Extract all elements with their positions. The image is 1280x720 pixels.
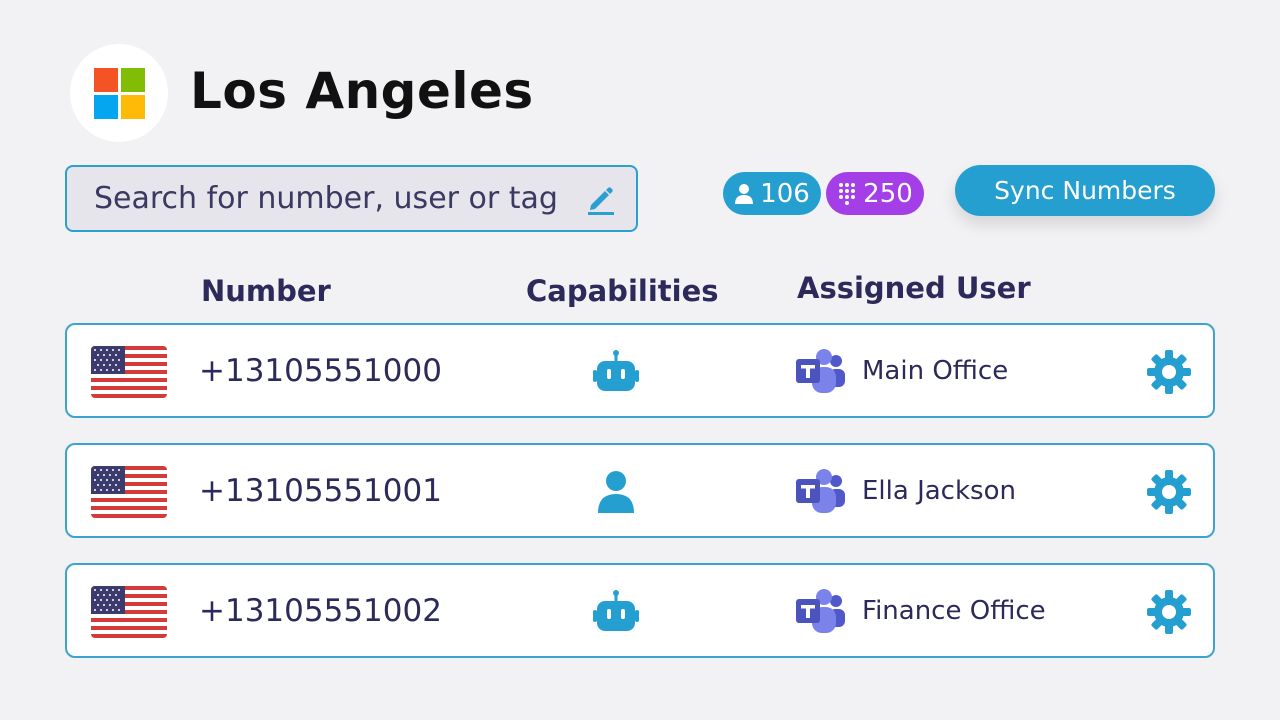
phone-number: +13105551000 bbox=[199, 353, 442, 389]
column-header-capabilities: Capabilities bbox=[526, 274, 719, 308]
phone-number: +13105551001 bbox=[199, 473, 442, 509]
teams-icon bbox=[796, 589, 845, 633]
gear-icon[interactable] bbox=[1147, 470, 1191, 514]
edit-icon[interactable] bbox=[584, 182, 618, 216]
bot-icon bbox=[593, 590, 639, 631]
us-flag-icon bbox=[91, 346, 167, 398]
us-flag-icon bbox=[91, 466, 167, 518]
teams-icon bbox=[796, 349, 845, 393]
user-icon bbox=[598, 471, 634, 513]
microsoft-logo bbox=[70, 44, 168, 142]
bot-icon bbox=[593, 350, 639, 391]
sync-numbers-button[interactable]: Sync Numbers bbox=[955, 165, 1215, 216]
column-header-assigned-user: Assigned User bbox=[797, 271, 1031, 305]
user-icon bbox=[735, 183, 754, 204]
table-row[interactable]: +13105551001 Ella Jackson bbox=[65, 443, 1215, 538]
gear-icon[interactable] bbox=[1147, 590, 1191, 634]
search-placeholder: Search for number, user or tag bbox=[94, 181, 558, 216]
assigned-user-name: Finance Office bbox=[862, 596, 1046, 626]
microsoft-logo-icon bbox=[93, 67, 145, 119]
us-flag-icon bbox=[91, 586, 167, 638]
assigned-user-name: Ella Jackson bbox=[862, 476, 1016, 506]
page-title: Los Angeles bbox=[190, 62, 534, 120]
gear-icon[interactable] bbox=[1147, 350, 1191, 394]
search-input[interactable]: Search for number, user or tag bbox=[65, 165, 638, 232]
numbers-count-badge: 250 bbox=[826, 172, 924, 215]
table-row[interactable]: +13105551002 Finance Office bbox=[65, 563, 1215, 658]
phone-number: +13105551002 bbox=[199, 593, 442, 629]
assigned-user-name: Main Office bbox=[862, 356, 1009, 386]
table-row[interactable]: +13105551000 Main Office bbox=[65, 323, 1215, 418]
users-count: 106 bbox=[760, 178, 810, 209]
teams-icon bbox=[796, 469, 845, 513]
users-count-badge: 106 bbox=[723, 172, 821, 215]
dialpad-icon bbox=[839, 182, 856, 205]
column-header-number: Number bbox=[201, 274, 331, 308]
numbers-count: 250 bbox=[863, 178, 913, 209]
